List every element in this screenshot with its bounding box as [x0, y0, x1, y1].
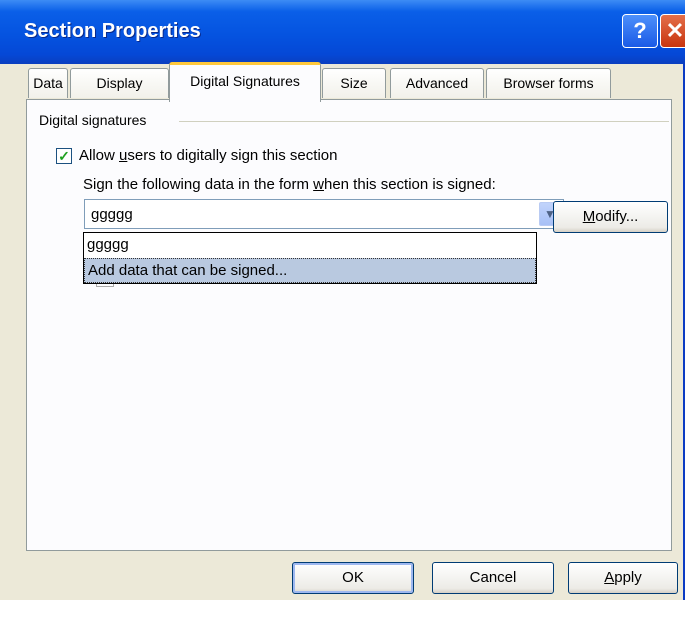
tab-advanced[interactable]: Advanced — [390, 68, 484, 98]
dropdown-item-selected[interactable]: Add data that can be signed... — [84, 258, 536, 283]
help-icon: ? — [633, 18, 647, 43]
group-divider — [179, 121, 669, 122]
tab-display[interactable]: Display — [70, 68, 169, 98]
close-button[interactable]: ✕ — [660, 14, 685, 48]
allow-sign-label[interactable]: Allow users to digitally sign this secti… — [79, 147, 337, 164]
ok-button[interactable]: OK — [292, 562, 414, 594]
close-icon: ✕ — [665, 18, 685, 43]
tab-size[interactable]: Size — [322, 68, 386, 98]
combobox-value: ggggg — [91, 206, 133, 223]
checkmark-icon: ✓ — [58, 148, 70, 164]
tab-data[interactable]: Data — [28, 68, 68, 98]
window-title: Section Properties — [24, 20, 201, 42]
title-bar[interactable]: Section Properties ? ✕ — [0, 0, 685, 64]
tab-digital-signatures[interactable]: Digital Signatures — [169, 62, 321, 102]
dropdown-list[interactable]: ggggg Add data that can be signed... — [83, 232, 537, 284]
help-button[interactable]: ? — [622, 14, 658, 48]
apply-button[interactable]: Apply — [568, 562, 678, 594]
dropdown-item[interactable]: ggggg — [84, 233, 536, 258]
section-properties-dialog: Section Properties ? ✕ Data Display Digi… — [0, 0, 685, 600]
sign-data-label: Sign the following data in the form when… — [83, 176, 496, 193]
tab-browser-forms[interactable]: Browser forms — [486, 68, 611, 98]
modify-button[interactable]: Modify... — [553, 201, 668, 233]
sign-data-combobox[interactable]: ggggg ▼ — [84, 199, 564, 229]
digital-signatures-panel: Digital signatures ✓ Allow users to digi… — [26, 99, 672, 551]
allow-sign-checkbox[interactable]: ✓ — [56, 148, 72, 164]
cancel-button[interactable]: Cancel — [432, 562, 554, 594]
group-label: Digital signatures — [39, 112, 147, 128]
